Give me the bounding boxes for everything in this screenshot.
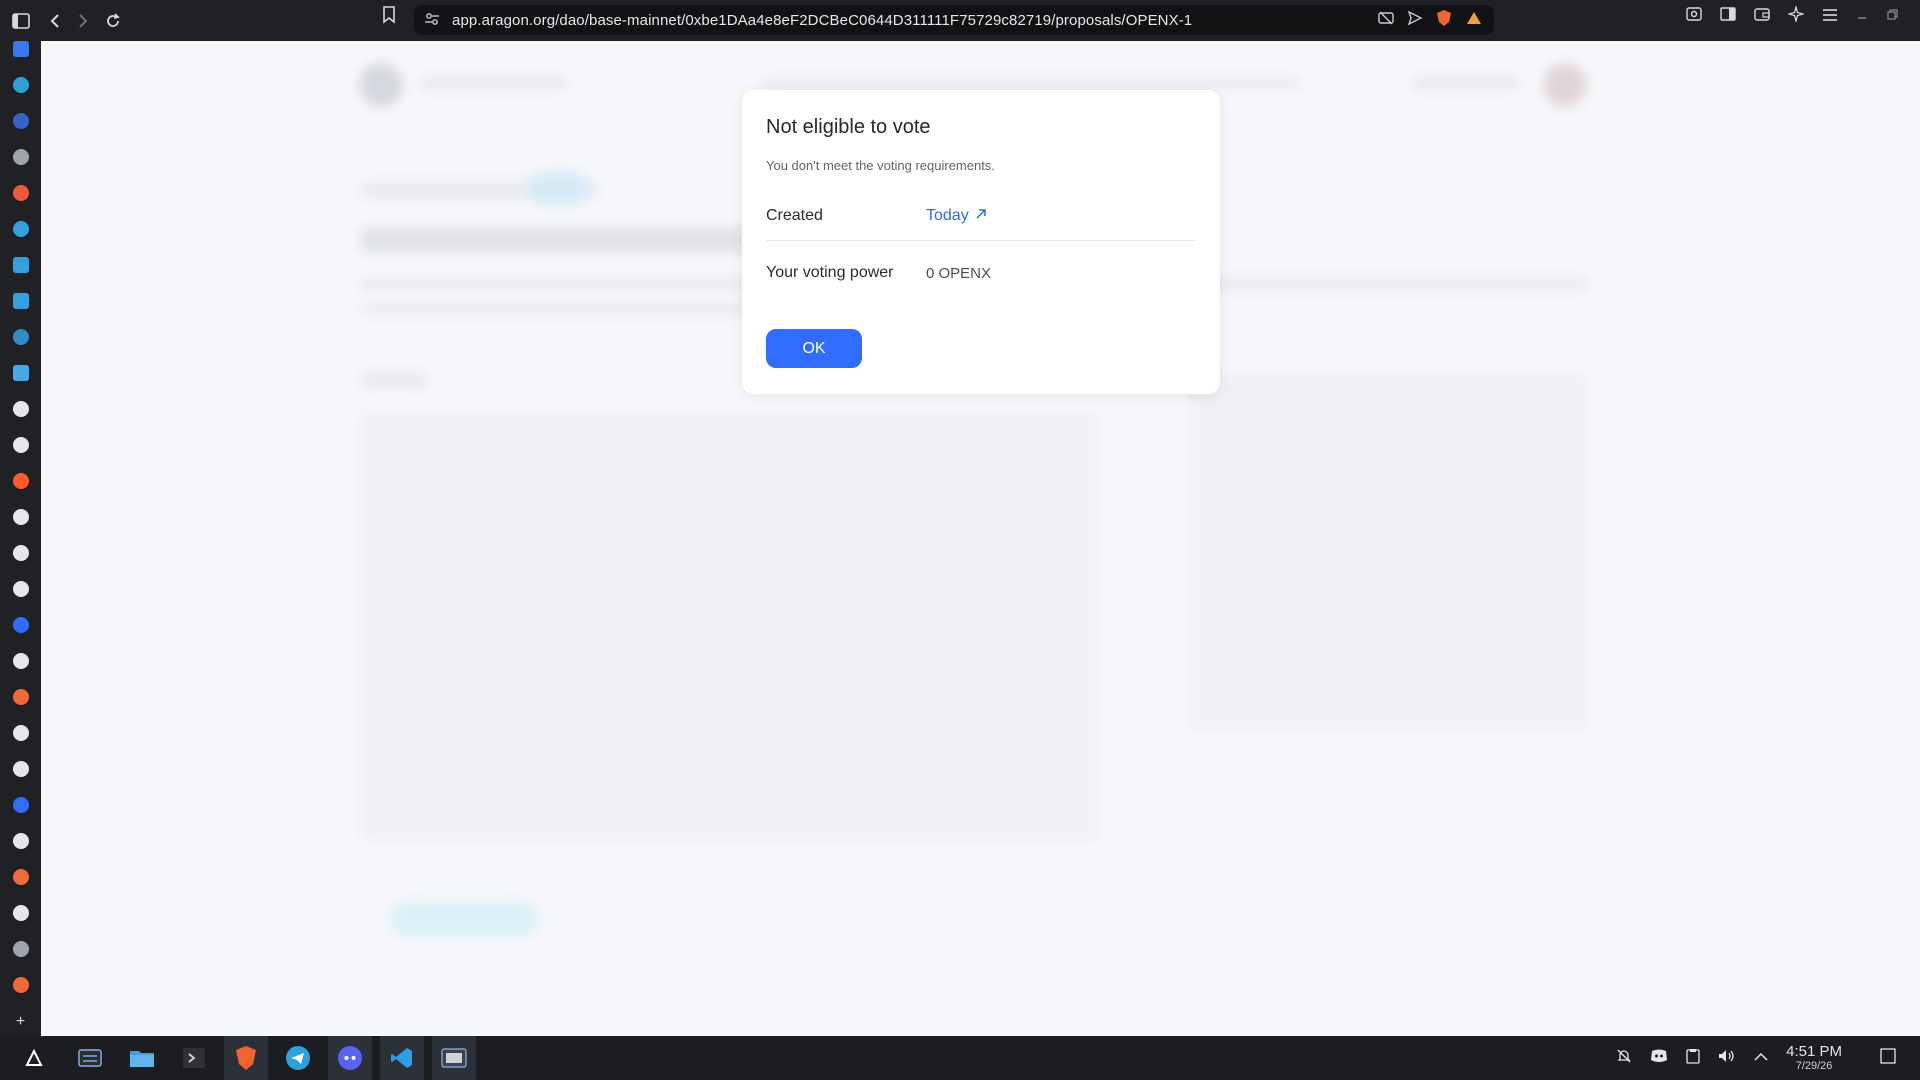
app-icon[interactable] (12, 185, 29, 201)
app-icon[interactable] (12, 293, 29, 309)
bookmark-icon[interactable] (382, 6, 404, 34)
sidebar-toggle-icon[interactable] (6, 6, 36, 36)
app-icon[interactable] (12, 869, 29, 885)
app-icon[interactable] (12, 365, 29, 381)
app-icon[interactable] (12, 221, 29, 237)
github-icon[interactable] (12, 581, 29, 597)
github-icon[interactable] (12, 725, 29, 741)
dialog-title: Not eligible to vote (766, 116, 931, 138)
page-title (359, 227, 779, 253)
system-tray: 4:51 PM 7/29/26 (1616, 1036, 1920, 1080)
camera-off-icon[interactable] (1378, 11, 1394, 29)
app-icon[interactable] (12, 257, 29, 273)
settings-icon[interactable] (68, 1036, 112, 1080)
screenshot-icon[interactable] (1686, 7, 1702, 26)
app-icon[interactable] (12, 797, 29, 813)
github-icon[interactable] (12, 437, 29, 453)
created-row: Created Today (766, 192, 1196, 240)
minimize-icon[interactable] (1856, 8, 1868, 26)
dialog-subtitle: You don't meet the voting requirements. (766, 158, 995, 173)
terminal-icon[interactable] (172, 1036, 216, 1080)
clock-time: 4:51 PM (1786, 1042, 1842, 1060)
add-panel-icon[interactable]: + (0, 1013, 41, 1031)
globe-icon[interactable] (12, 941, 29, 957)
dao-name (419, 75, 569, 91)
tray-expand-icon[interactable] (1754, 1049, 1768, 1067)
screenshot-tool-icon[interactable] (432, 1036, 476, 1080)
forward-icon[interactable] (68, 6, 98, 36)
vscode-icon[interactable] (380, 1036, 424, 1080)
nav-links (761, 77, 1301, 89)
description-line (359, 303, 759, 315)
clock[interactable]: 4:51 PM 7/29/26 (1786, 1042, 1842, 1073)
notifications-off-icon[interactable] (1616, 1048, 1632, 1069)
site-settings-icon[interactable] (424, 11, 442, 29)
wallet-icon[interactable] (1754, 7, 1770, 26)
app-icon[interactable] (12, 689, 29, 705)
app-icon[interactable] (12, 977, 29, 993)
external-link-icon (975, 207, 987, 225)
user-avatar (1543, 63, 1587, 107)
reader-icon[interactable] (1720, 7, 1736, 26)
github-icon[interactable] (12, 905, 29, 921)
app-icon[interactable] (12, 77, 29, 93)
details-card (1189, 371, 1589, 731)
clipboard-icon[interactable] (1686, 1048, 1700, 1069)
brave-rewards-icon[interactable] (1466, 11, 1482, 29)
back-icon[interactable] (40, 6, 70, 36)
url-text: app.aragon.org/dao/base-mainnet/0xbe1DAa… (452, 11, 1193, 29)
vote-button (389, 901, 539, 937)
globe-icon[interactable] (12, 149, 29, 165)
created-label: Created (766, 207, 823, 224)
reload-icon[interactable] (98, 6, 128, 36)
ok-button[interactable]: OK (766, 329, 862, 368)
app-icon[interactable] (12, 653, 29, 669)
status-badge (527, 171, 589, 205)
divider (766, 240, 1196, 241)
browser-toolbar: app.aragon.org/dao/base-mainnet/0xbe1DAa… (0, 0, 1920, 41)
telegram-icon[interactable] (276, 1036, 320, 1080)
connect-wallet (1411, 75, 1521, 91)
discord-icon[interactable] (328, 1036, 372, 1080)
voting-heading (359, 371, 429, 389)
voting-card (359, 411, 1099, 841)
app-icon[interactable] (12, 329, 29, 345)
app-icon[interactable] (12, 617, 29, 633)
voting-power-row: Your voting power 0 OPENX (766, 249, 1196, 297)
voting-power-value: 0 OPENX (926, 264, 992, 282)
clock-date: 7/29/26 (1795, 1060, 1833, 1073)
calendar-icon[interactable] (12, 41, 29, 57)
volume-icon[interactable] (1718, 1048, 1736, 1069)
app-icon[interactable] (12, 833, 29, 849)
address-bar[interactable]: app.aragon.org/dao/base-mainnet/0xbe1DAa… (414, 5, 1494, 35)
launcher-icon[interactable] (12, 1036, 56, 1080)
restore-icon[interactable] (1886, 8, 1898, 26)
show-desktop-icon[interactable] (1880, 1047, 1896, 1069)
app-icon[interactable] (12, 761, 29, 777)
file-manager-icon[interactable] (120, 1036, 164, 1080)
reddit-icon[interactable] (12, 473, 29, 489)
ai-assistant-icon[interactable] (1786, 4, 1806, 27)
send-icon[interactable] (1407, 10, 1423, 29)
brave-shield-icon[interactable] (1436, 9, 1452, 31)
dao-avatar (359, 63, 403, 107)
created-link[interactable]: Today (926, 207, 987, 225)
github-icon[interactable] (12, 401, 29, 417)
menu-icon[interactable] (1822, 8, 1838, 26)
created-value: Today (926, 207, 969, 224)
browser-sidebar: + (0, 41, 41, 1036)
discord-tray-icon[interactable] (1650, 1049, 1668, 1068)
not-eligible-dialog: Not eligible to vote You don't meet the … (742, 90, 1220, 394)
github-icon[interactable] (12, 545, 29, 561)
taskbar: 4:51 PM 7/29/26 (0, 1036, 1920, 1080)
app-icon[interactable] (12, 113, 29, 129)
voting-power-label: Your voting power (766, 264, 894, 281)
github-icon[interactable] (12, 509, 29, 525)
brave-browser-icon[interactable] (224, 1036, 268, 1080)
